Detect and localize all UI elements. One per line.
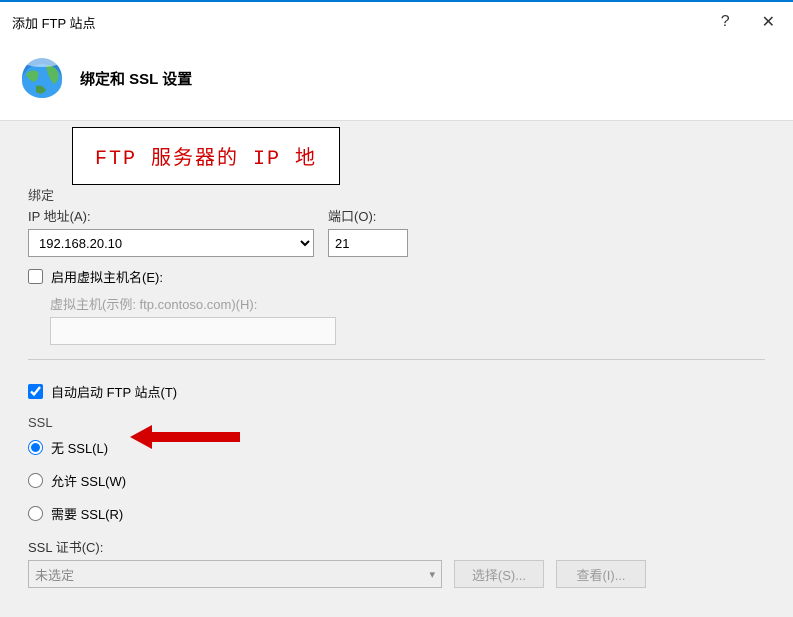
ip-address-select[interactable]: 192.168.20.10 — [28, 229, 314, 257]
close-button[interactable]: ✕ — [756, 10, 781, 34]
ip-address-label: IP 地址(A): — [28, 206, 314, 225]
port-input[interactable] — [328, 229, 408, 257]
ssl-cert-select: 未选定 ▾ — [28, 560, 442, 588]
virtual-host-label: 虚拟主机(示例: ftp.contoso.com)(H): — [50, 294, 765, 313]
allow-ssl-radio[interactable] — [28, 473, 43, 488]
globe-icon — [20, 56, 64, 100]
ssl-fieldset: SSL 无 SSL(L) 允许 SSL(W) 需要 SSL(R) SSL 证书(… — [28, 415, 765, 588]
no-ssl-radio[interactable] — [28, 440, 43, 455]
help-button[interactable]: ? — [715, 11, 736, 33]
page-title: 绑定和 SSL 设置 — [80, 68, 192, 89]
enable-virtual-host-checkbox[interactable] — [28, 269, 43, 284]
window-controls: ? ✕ — [715, 10, 781, 34]
page-header: 绑定和 SSL 设置 — [0, 42, 793, 121]
chevron-down-icon: ▾ — [429, 568, 435, 581]
annotation-callout: FTP 服务器的 IP 地 — [72, 127, 340, 185]
window-title: 添加 FTP 站点 — [12, 13, 96, 32]
enable-virtual-host-label: 启用虚拟主机名(E): — [51, 267, 163, 286]
select-cert-button[interactable]: 选择(S)... — [454, 560, 544, 588]
ssl-legend: SSL — [28, 415, 765, 430]
autostart-label: 自动启动 FTP 站点(T) — [51, 382, 177, 401]
content-area: FTP 服务器的 IP 地 绑定 IP 地址(A): 192.168.20.10… — [0, 121, 793, 617]
autostart-checkbox[interactable] — [28, 384, 43, 399]
binding-legend: 绑定 — [28, 185, 765, 204]
allow-ssl-label: 允许 SSL(W) — [51, 471, 126, 490]
view-cert-button[interactable]: 查看(I)... — [556, 560, 646, 588]
ssl-cert-value: 未选定 — [35, 565, 74, 584]
require-ssl-label: 需要 SSL(R) — [51, 504, 123, 523]
ssl-cert-label: SSL 证书(C): — [28, 537, 765, 556]
window-titlebar: 添加 FTP 站点 ? ✕ — [0, 0, 793, 42]
no-ssl-label: 无 SSL(L) — [51, 438, 108, 457]
require-ssl-radio[interactable] — [28, 506, 43, 521]
virtual-host-input — [50, 317, 336, 345]
port-label: 端口(O): — [328, 206, 408, 225]
